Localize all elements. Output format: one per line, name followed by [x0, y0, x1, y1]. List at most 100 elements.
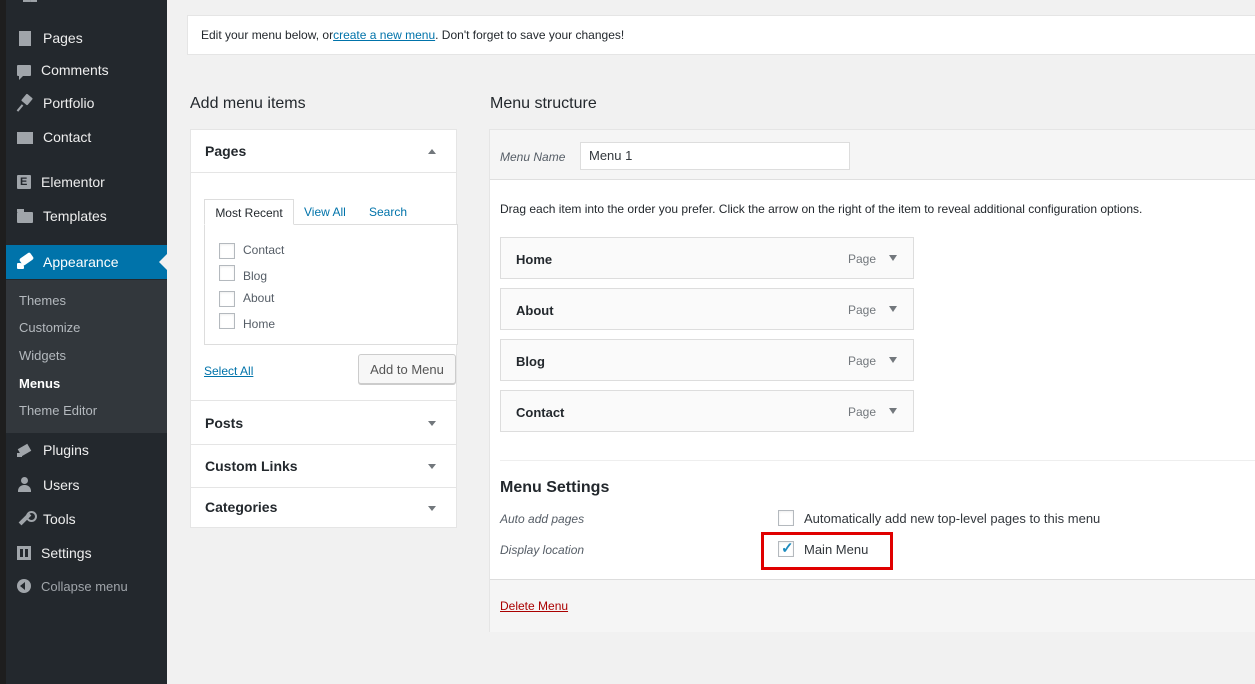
- section-posts-header[interactable]: Posts: [191, 402, 456, 445]
- sidebar-item-tools[interactable]: Tools: [6, 502, 167, 536]
- delete-menu-link[interactable]: Delete Menu: [500, 599, 568, 613]
- notice-text-after: . Don't forget to save your changes!: [435, 28, 625, 42]
- tab-most-recent[interactable]: Most Recent: [204, 199, 294, 225]
- most-recent-panel: Contact Blog About Home: [204, 224, 458, 345]
- menu-item-title: About: [516, 303, 554, 318]
- add-to-menu-button[interactable]: Add to Menu: [358, 354, 456, 384]
- brush-icon: [17, 254, 33, 270]
- menu-name-input[interactable]: Menu 1: [580, 142, 850, 170]
- section-title: Pages: [205, 143, 247, 159]
- submenu-item-customize[interactable]: Customize: [19, 320, 80, 335]
- page-option-blog[interactable]: Blog: [219, 265, 267, 283]
- menu-item-title: Contact: [516, 405, 565, 420]
- checkbox[interactable]: [219, 291, 235, 307]
- active-indicator: [159, 254, 167, 270]
- menu-settings-heading: Menu Settings: [500, 479, 610, 496]
- auto-add-option[interactable]: Automatically add new top-level pages to…: [778, 510, 1100, 526]
- menu-item-type: Page: [847, 303, 876, 317]
- sidebar-item-label: Tools: [43, 511, 76, 527]
- folder-icon: [17, 209, 33, 223]
- section-pages-header[interactable]: Pages: [191, 130, 456, 173]
- section-title: Categories: [205, 499, 278, 515]
- auto-add-checkbox[interactable]: [778, 510, 794, 526]
- checkbox[interactable]: [219, 243, 235, 259]
- page-option-home[interactable]: Home: [219, 313, 275, 331]
- section-custom-links-header[interactable]: Custom Links: [191, 445, 456, 488]
- arrow-up-icon: [428, 149, 436, 154]
- section-categories-header[interactable]: Categories: [191, 487, 456, 527]
- menu-name-label: Menu Name: [500, 150, 566, 164]
- menu-item-type: Page: [847, 252, 876, 266]
- page-option-label: Blog: [243, 269, 268, 283]
- sidebar-item-pages[interactable]: Pages: [6, 21, 167, 55]
- sidebar-item-label: Comments: [41, 62, 109, 78]
- menu-item-contact[interactable]: Contact Page: [500, 390, 914, 432]
- sidebar-item-comments[interactable]: Comments: [6, 53, 167, 87]
- users-icon: [17, 477, 33, 493]
- auto-add-option-label: Automatically add new top-level pages to…: [804, 510, 1101, 526]
- dashboard-icon-peek: ▀▀: [23, 0, 37, 6]
- expand-arrow-icon[interactable]: [889, 357, 897, 363]
- appearance-submenu: Themes Customize Widgets Menus Theme Edi…: [6, 280, 167, 433]
- checkbox[interactable]: [219, 313, 235, 329]
- page-option-label: Home: [243, 317, 276, 331]
- sidebar-item-label: Portfolio: [43, 95, 95, 111]
- sidebar-item-label: Users: [43, 477, 80, 493]
- submenu-item-theme-editor[interactable]: Theme Editor: [19, 403, 97, 418]
- select-all-link[interactable]: Select All: [204, 364, 253, 378]
- auto-add-label: Auto add pages: [500, 512, 585, 526]
- menu-item-home[interactable]: Home Page: [500, 237, 914, 279]
- menu-item-type: Page: [847, 354, 876, 368]
- sidebar-item-templates[interactable]: Templates: [6, 199, 167, 233]
- submenu-item-widgets[interactable]: Widgets: [19, 348, 66, 363]
- settings-icon: [17, 546, 31, 560]
- checkbox[interactable]: [219, 265, 235, 281]
- page-option-label: About: [243, 291, 275, 305]
- menu-structure-panel: Menu Name Menu 1 Drag each item into the…: [489, 129, 1255, 632]
- menu-item-title: Blog: [516, 354, 545, 369]
- admin-sidebar: ▀▀ Pages Comments Portfolio Contact Elem…: [6, 0, 167, 684]
- expand-arrow-icon[interactable]: [889, 306, 897, 312]
- sidebar-item-users[interactable]: Users: [6, 468, 167, 502]
- menu-name-bar: Menu Name Menu 1: [490, 130, 1255, 180]
- comments-icon: [17, 64, 31, 80]
- submenu-item-themes[interactable]: Themes: [19, 293, 66, 308]
- page-option-contact[interactable]: Contact: [219, 243, 284, 259]
- menu-item-title: Home: [516, 252, 553, 267]
- pages-tabs: Most Recent View All Search: [204, 199, 457, 225]
- expand-arrow-icon[interactable]: [889, 255, 897, 261]
- sidebar-item-label: Plugins: [43, 442, 89, 458]
- sidebar-item-label: Elementor: [41, 174, 105, 190]
- notice-bar: Edit your menu below, or create a new me…: [187, 15, 1255, 55]
- collapse-icon: [17, 579, 31, 593]
- menu-item-about[interactable]: About Page: [500, 288, 914, 330]
- sidebar-item-appearance[interactable]: Appearance: [6, 245, 167, 279]
- highlight-box: [761, 532, 893, 570]
- submenu-item-menus[interactable]: Menus: [19, 376, 60, 391]
- expand-arrow-icon[interactable]: [889, 408, 897, 414]
- main-content: Edit your menu below, or create a new me…: [167, 0, 1255, 684]
- section-pages-body: Most Recent View All Search Contact Blog…: [191, 174, 458, 401]
- page-option-about[interactable]: About: [219, 291, 274, 307]
- sidebar-item-plugins[interactable]: Plugins: [6, 433, 167, 467]
- create-menu-link[interactable]: create a new menu: [333, 28, 435, 42]
- menu-structure-heading: Menu structure: [490, 95, 597, 112]
- menu-item-blog[interactable]: Blog Page: [500, 339, 914, 381]
- notice-text-before: Edit your menu below, or: [201, 28, 334, 42]
- menu-item-type: Page: [847, 405, 876, 419]
- sidebar-item-label: Templates: [43, 208, 107, 224]
- sidebar-item-contact[interactable]: Contact: [6, 120, 167, 154]
- page-option-label: Contact: [243, 243, 285, 257]
- sidebar-item-portfolio[interactable]: Portfolio: [6, 86, 167, 120]
- elementor-icon: [17, 175, 31, 189]
- sidebar-item-elementor[interactable]: Elementor: [6, 165, 167, 199]
- tab-search[interactable]: Search: [369, 199, 407, 225]
- tab-view-all[interactable]: View All: [304, 199, 346, 225]
- mail-icon: [17, 132, 33, 144]
- wrench-icon: [17, 511, 37, 527]
- arrow-down-icon: [428, 421, 436, 426]
- collapse-menu-button[interactable]: Collapse menu: [6, 569, 167, 603]
- arrow-down-icon: [428, 506, 436, 511]
- pages-icon: [19, 30, 31, 46]
- sidebar-item-settings[interactable]: Settings: [6, 536, 167, 570]
